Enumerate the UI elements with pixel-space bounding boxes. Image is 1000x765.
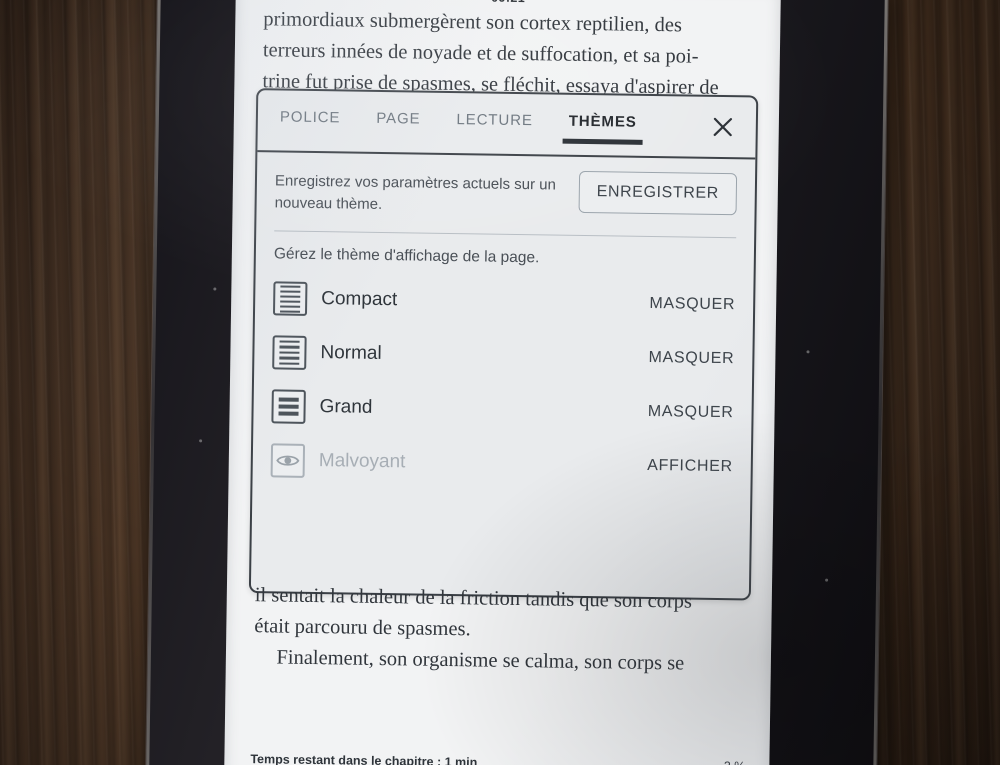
bezel-speck (825, 578, 829, 582)
theme-row-grand[interactable]: Grand MASQUER (271, 379, 734, 440)
theme-action-grand[interactable]: MASQUER (648, 403, 734, 422)
save-theme-description: Enregistrez vos paramètres actuels sur u… (274, 172, 557, 213)
theme-name-label: Grand (319, 396, 373, 418)
theme-row-normal[interactable]: Normal MASQUER (272, 325, 735, 386)
theme-name-label: Normal (320, 342, 382, 364)
eye-icon (270, 443, 306, 478)
save-theme-section: Enregistrez vos paramètres actuels sur u… (256, 152, 755, 221)
tab-label: LECTURE (456, 111, 533, 130)
close-dialog-button[interactable] (706, 110, 741, 145)
lines-dense-icon (272, 281, 308, 316)
book-progress-percent: 2 % (724, 759, 746, 765)
theme-row-malvoyant[interactable]: Malvoyant AFFICHER (270, 433, 733, 494)
lines-medium-icon (272, 335, 307, 370)
tab-police[interactable]: POLICE (276, 108, 345, 133)
tab-lecture[interactable]: LECTURE (452, 111, 537, 136)
bezel-speck (199, 439, 203, 443)
theme-name-label: Malvoyant (318, 450, 406, 473)
tab-page[interactable]: PAGE (372, 110, 425, 135)
ereader-device: 09:21 primordiaux submergèrent son corte… (145, 0, 889, 765)
tab-themes[interactable]: THÈMES (565, 113, 641, 138)
book-text-bottom: il sentait la chaleur de la friction tan… (254, 580, 750, 680)
lines-large-icon (271, 389, 306, 424)
theme-action-malvoyant[interactable]: AFFICHER (647, 457, 733, 476)
eink-screen: 09:21 primordiaux submergèrent son corte… (224, 0, 781, 765)
bezel-speck (213, 287, 217, 291)
reading-footer: Temps restant dans le chapitre : 1 min 2… (224, 746, 769, 765)
clock-label: 09:21 (491, 0, 525, 5)
theme-name-label: Compact (321, 288, 398, 311)
theme-action-normal[interactable]: MASQUER (648, 349, 734, 368)
reading-settings-dialog: POLICE PAGE LECTURE THÈMES Enregistrez v… (248, 88, 759, 601)
tab-label: THÈMES (568, 112, 637, 131)
dialog-tab-bar: POLICE PAGE LECTURE THÈMES (257, 90, 757, 160)
photo-scene: 09:21 primordiaux submergèrent son corte… (0, 0, 1000, 765)
theme-row-compact[interactable]: Compact MASQUER (272, 271, 736, 332)
book-line: Finalement, son organisme se calma, son … (276, 646, 685, 675)
bezel-speck (806, 350, 810, 354)
close-icon (713, 117, 733, 137)
save-theme-button[interactable]: ENREGISTRER (578, 170, 738, 216)
tab-label: PAGE (376, 109, 421, 128)
theme-action-compact[interactable]: MASQUER (649, 295, 735, 314)
theme-list: Compact MASQUER Normal MASQUER Grand MAS… (252, 263, 753, 494)
tab-label: POLICE (279, 108, 341, 127)
chapter-time-remaining: Temps restant dans le chapitre : 1 min (250, 752, 478, 765)
